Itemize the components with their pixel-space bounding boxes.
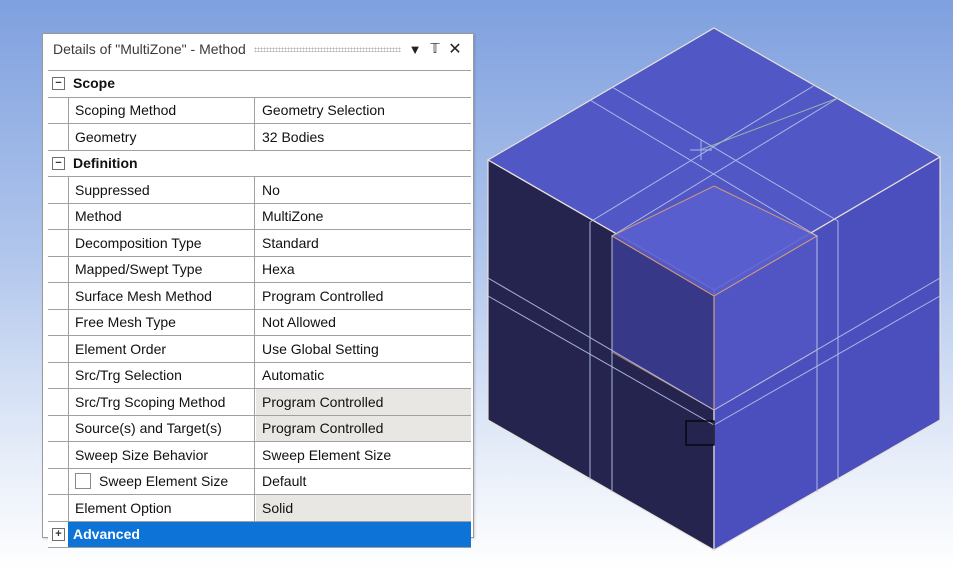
property-row[interactable]: Geometry 32 Bodies bbox=[48, 124, 471, 151]
property-label: Src/Trg Scoping Method bbox=[69, 389, 255, 415]
property-value[interactable]: Program Controlled bbox=[256, 415, 471, 441]
property-label: Element Option bbox=[69, 495, 255, 521]
collapse-icon[interactable]: − bbox=[52, 156, 65, 170]
property-label: Surface Mesh Method bbox=[69, 283, 255, 309]
property-value[interactable]: Use Global Setting bbox=[256, 336, 471, 362]
dropdown-arrow-icon[interactable]: ▼ bbox=[407, 42, 423, 57]
property-value[interactable]: MultiZone bbox=[256, 204, 471, 230]
property-row[interactable]: Surface Mesh Method Program Controlled bbox=[48, 283, 471, 310]
property-label: Suppressed bbox=[69, 177, 255, 203]
parameter-checkbox[interactable] bbox=[75, 473, 91, 490]
pin-icon[interactable]: 𝕋 bbox=[427, 41, 443, 57]
property-label: Src/Trg Selection bbox=[69, 362, 255, 388]
group-label: Scope bbox=[73, 75, 116, 91]
close-icon[interactable]: ✕ bbox=[447, 39, 463, 59]
property-label-with-checkbox: Sweep Element Size bbox=[69, 468, 255, 494]
property-row[interactable]: Element Option Solid bbox=[48, 495, 471, 522]
property-label: Scoping Method bbox=[69, 97, 255, 123]
property-label: Sweep Size Behavior bbox=[69, 442, 255, 468]
property-value[interactable]: Solid bbox=[256, 495, 471, 521]
property-row[interactable]: Method MultiZone bbox=[48, 203, 471, 230]
property-label: Free Mesh Type bbox=[69, 309, 255, 335]
properties-grid: − Scope Scoping Method Geometry Selectio… bbox=[48, 70, 471, 548]
group-label: Advanced bbox=[73, 525, 140, 542]
property-row[interactable]: Free Mesh Type Not Allowed bbox=[48, 309, 471, 336]
details-titlebar[interactable]: Details of "MultiZone" - Method ▼ 𝕋 ✕ bbox=[43, 34, 473, 64]
property-label: Element Order bbox=[69, 336, 255, 362]
collapse-icon[interactable]: − bbox=[52, 77, 65, 90]
property-row[interactable]: Source(s) and Target(s) Program Controll… bbox=[48, 415, 471, 442]
property-row[interactable]: Suppressed No bbox=[48, 177, 471, 204]
group-label: Definition bbox=[73, 154, 138, 171]
property-label: Source(s) and Target(s) bbox=[69, 415, 255, 441]
panel-title: Details of "MultiZone" - Method bbox=[53, 41, 246, 57]
property-value[interactable]: Geometry Selection bbox=[256, 98, 471, 124]
property-value[interactable]: Program Controlled bbox=[256, 389, 471, 415]
property-label: Method bbox=[69, 203, 255, 229]
property-row[interactable]: Element Order Use Global Setting bbox=[48, 336, 471, 363]
drag-grip[interactable] bbox=[253, 46, 401, 52]
property-row[interactable]: Sweep Element Size Default bbox=[48, 468, 471, 495]
property-row[interactable]: Mapped/Swept Type Hexa bbox=[48, 256, 471, 283]
property-value[interactable]: Sweep Element Size bbox=[256, 442, 471, 468]
property-label: Decomposition Type bbox=[69, 230, 255, 256]
group-advanced[interactable]: + Advanced bbox=[48, 521, 471, 548]
property-label: Geometry bbox=[69, 124, 255, 150]
property-value[interactable]: Default bbox=[256, 469, 471, 495]
property-value[interactable]: No bbox=[256, 177, 471, 203]
property-value[interactable]: Automatic bbox=[256, 363, 471, 389]
property-row[interactable]: Decomposition Type Standard bbox=[48, 230, 471, 257]
details-panel: Details of "MultiZone" - Method ▼ 𝕋 ✕ − … bbox=[42, 33, 474, 548]
property-value[interactable]: Not Allowed bbox=[256, 310, 471, 336]
property-row[interactable]: Src/Trg Selection Automatic bbox=[48, 362, 471, 389]
property-label-text: Sweep Element Size bbox=[99, 473, 229, 490]
property-value[interactable]: Hexa bbox=[256, 257, 471, 283]
property-value[interactable]: Standard bbox=[256, 230, 471, 256]
property-row[interactable]: Sweep Size Behavior Sweep Element Size bbox=[48, 442, 471, 469]
property-value[interactable]: 32 Bodies bbox=[256, 124, 471, 150]
group-scope[interactable]: − Scope bbox=[48, 71, 471, 98]
expand-icon[interactable]: + bbox=[52, 527, 65, 541]
property-row[interactable]: Scoping Method Geometry Selection bbox=[48, 97, 471, 124]
property-value[interactable]: Program Controlled bbox=[256, 283, 471, 309]
property-label: Mapped/Swept Type bbox=[69, 256, 255, 282]
property-row[interactable]: Src/Trg Scoping Method Program Controlle… bbox=[48, 389, 471, 416]
group-definition[interactable]: − Definition bbox=[48, 150, 471, 177]
